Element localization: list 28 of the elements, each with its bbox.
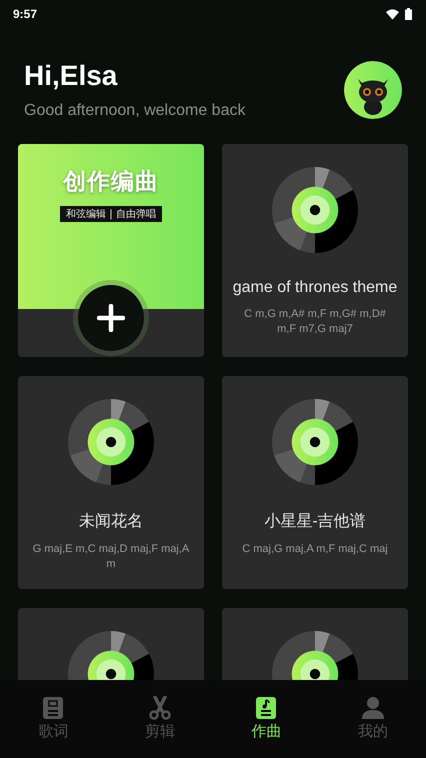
- create-card[interactable]: 创作编曲 和弦编辑 | 自由弹唱: [18, 144, 204, 357]
- disc-icon: [272, 167, 358, 253]
- welcome-text: Good afternoon, welcome back: [24, 102, 246, 120]
- song-title: game of thrones theme: [232, 279, 398, 297]
- avatar[interactable]: [344, 61, 402, 119]
- disc-icon: [272, 399, 358, 485]
- wifi-icon: [386, 8, 399, 20]
- disc-icon: [68, 399, 154, 485]
- chord-list: G maj,E m,C maj,D maj,F maj,A m: [24, 542, 198, 572]
- nav-tab[interactable]: 作曲: [236, 696, 296, 758]
- music-note-icon: [254, 696, 278, 720]
- document-icon: [41, 696, 66, 720]
- song-card[interactable]: 未闻花名 G maj,E m,C maj,D maj,F maj,A m: [18, 376, 204, 589]
- plus-icon: [97, 304, 125, 332]
- battery-icon: [405, 8, 412, 20]
- chord-list: C m,G m,A# m,F m,G# m,D# m,F m7,G maj7: [228, 307, 402, 337]
- greeting: Hi,Elsa: [24, 60, 118, 92]
- chord-list: C maj,G maj,A m,F maj,C maj: [236, 542, 394, 557]
- scissors-icon: [148, 696, 172, 720]
- create-title: 创作编曲: [63, 168, 159, 197]
- add-button[interactable]: [78, 285, 144, 351]
- person-icon: [360, 696, 385, 720]
- song-title: 未闻花名: [79, 512, 143, 532]
- song-card[interactable]: 小星星-吉他谱 C maj,G maj,A m,F maj,C maj: [222, 376, 408, 589]
- song-title: 小星星-吉他谱: [264, 512, 366, 532]
- create-tagline: 和弦编辑 | 自由弹唱: [60, 206, 162, 222]
- status-time: 9:57: [13, 7, 38, 21]
- song-card[interactable]: game of thrones theme C m,G m,A# m,F m,G# m,D# m,F m7,G maj7: [222, 144, 408, 357]
